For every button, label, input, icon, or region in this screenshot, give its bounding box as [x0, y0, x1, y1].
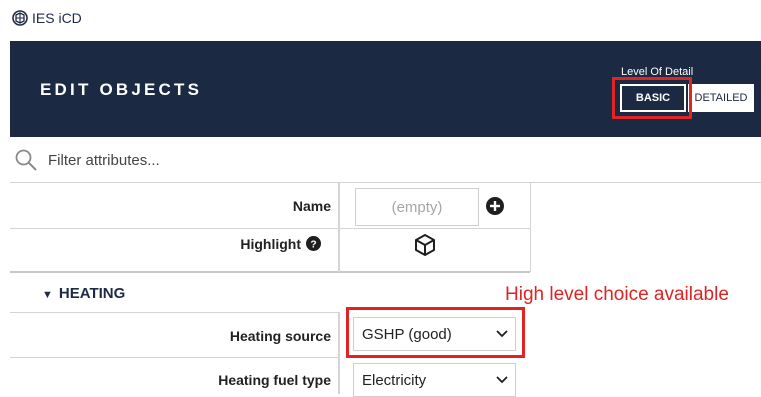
- heating-fuel-type-select[interactable]: Electricity: [353, 363, 516, 397]
- name-label: Name: [292, 198, 331, 214]
- divider: [10, 312, 340, 313]
- app-bar: [0, 0, 761, 40]
- add-circle-icon[interactable]: [486, 197, 504, 215]
- heating-fuel-type-value: Electricity: [362, 371, 427, 389]
- highlight-label: Highlight: [240, 236, 301, 252]
- divider: [10, 182, 761, 183]
- section-heating-label: HEATING: [58, 285, 126, 302]
- annotation-text: High level choice available: [505, 284, 729, 305]
- chevron-down-icon: [489, 376, 515, 384]
- page-title: EDIT OBJECTS: [40, 80, 203, 99]
- divider: [530, 182, 531, 272]
- app-title: IES iCD: [32, 10, 82, 26]
- divider: [10, 271, 530, 273]
- help-icon[interactable]: ?: [306, 236, 321, 251]
- svg-text:?: ?: [310, 239, 316, 250]
- search-icon: [15, 149, 37, 171]
- lod-detailed-button[interactable]: DETAILED: [688, 84, 754, 112]
- divider: [338, 312, 340, 394]
- filter-attributes-input[interactable]: [48, 147, 348, 173]
- highlight-box-heating-source: [346, 307, 525, 358]
- heating-source-label: Heating source: [229, 328, 331, 344]
- section-heating-toggle[interactable]: ▼ HEATING: [42, 285, 125, 302]
- divider: [10, 357, 340, 358]
- divider: [338, 182, 340, 272]
- divider: [10, 228, 530, 229]
- highlight-box-level-of-detail: [612, 77, 692, 119]
- heating-fuel-type-label: Heating fuel type: [218, 372, 331, 388]
- cube-icon[interactable]: [413, 233, 437, 257]
- caret-down-icon: ▼: [42, 289, 53, 301]
- ies-logo-icon: [12, 10, 28, 26]
- name-field[interactable]: (empty): [355, 188, 479, 226]
